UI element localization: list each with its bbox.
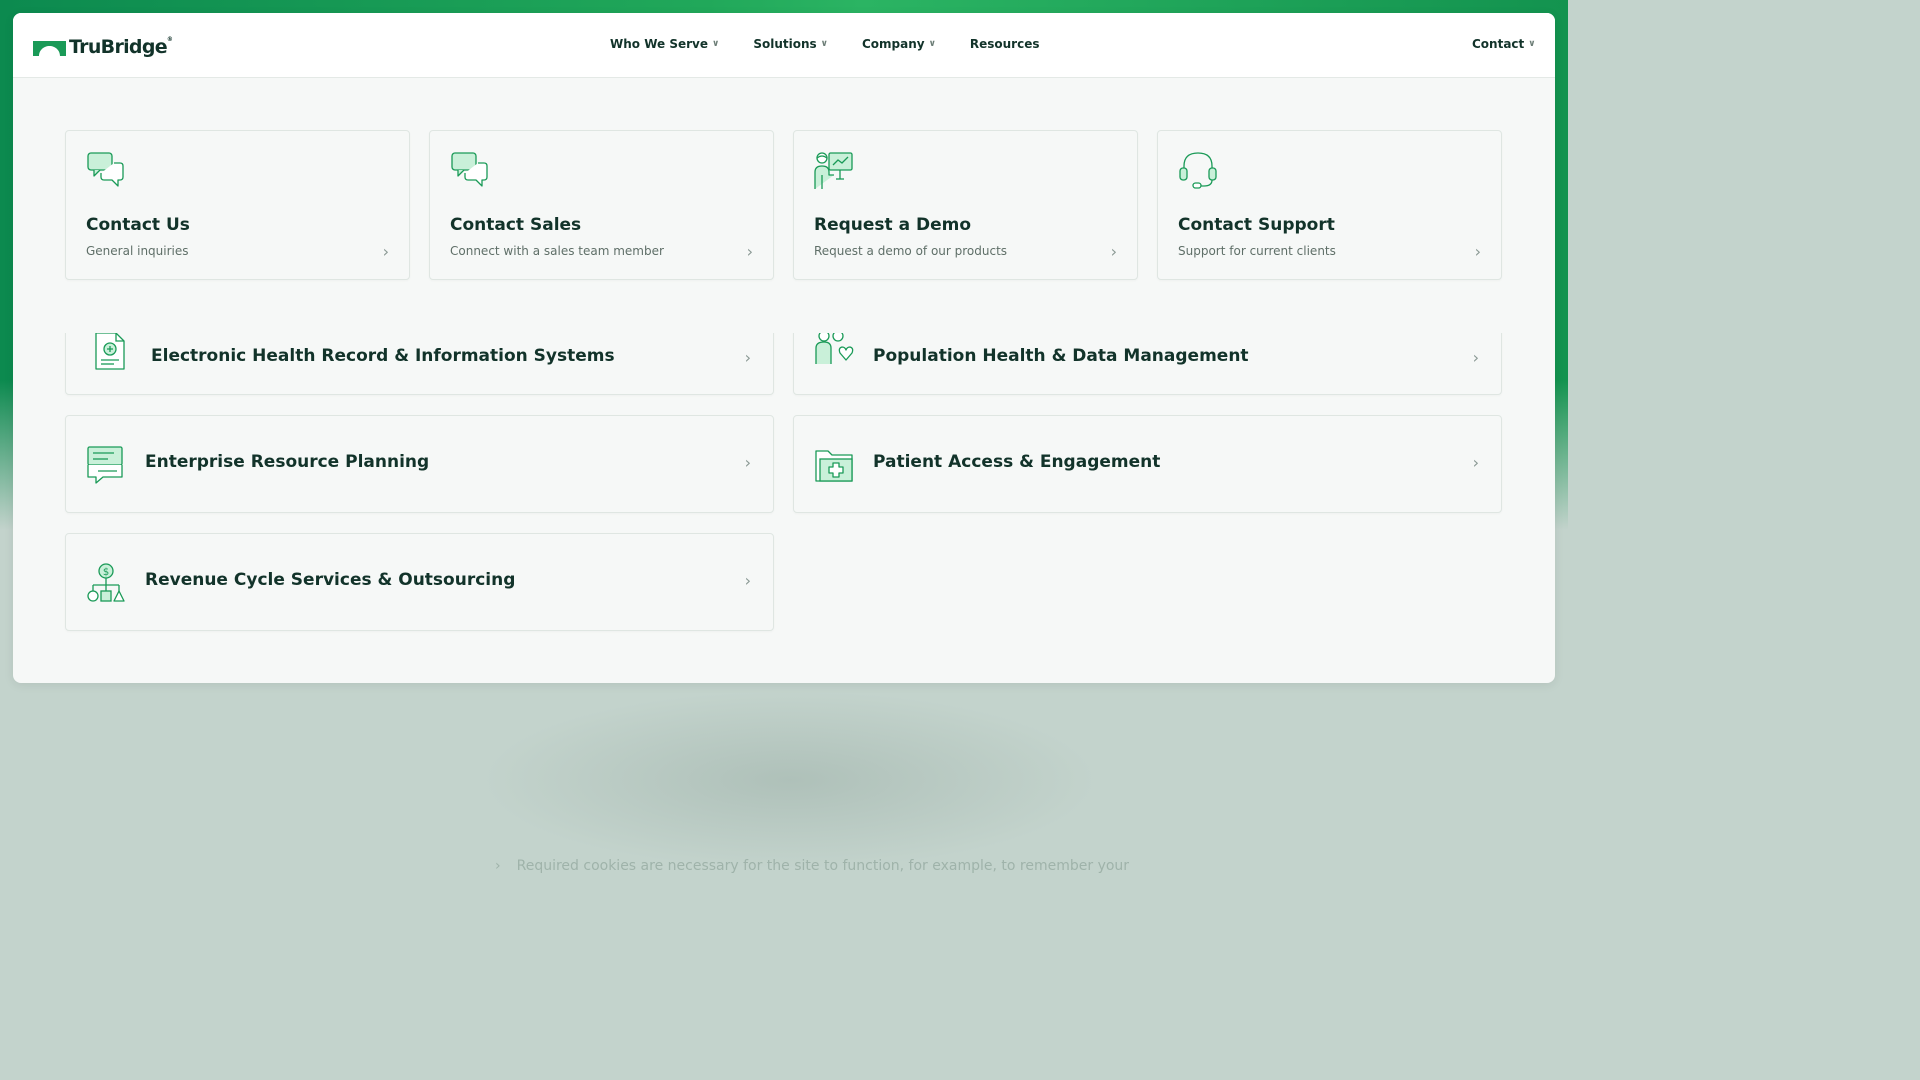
card-title: Contact Sales — [450, 215, 582, 235]
cookie-notice-text: › Required cookies are necessary for the … — [495, 858, 1129, 874]
nav-item-label: Contact — [1472, 37, 1525, 51]
card-subtitle: Request a demo of our products — [814, 244, 1008, 258]
top-navigation: TruBridge® Who We Serve ∨ Solutions ∨ Co… — [13, 13, 1555, 78]
chevron-right-icon: › — [1472, 348, 1479, 367]
solution-title: Enterprise Resource Planning — [145, 452, 430, 472]
solution-card-ehr[interactable]: Electronic Health Record & Information S… — [65, 333, 774, 395]
contact-us-card[interactable]: Contact Us General inquiries › — [65, 130, 410, 280]
people-heart-icon — [815, 333, 854, 364]
medical-document-icon — [95, 333, 125, 370]
chevron-right-icon: › — [1472, 453, 1479, 472]
solutions-list: Electronic Health Record & Information S… — [13, 333, 1555, 683]
headset-icon — [1179, 152, 1217, 189]
chevron-right-icon: › — [382, 242, 389, 261]
contact-sales-card[interactable]: Contact Sales Connect with a sales team … — [429, 130, 774, 280]
chevron-right-icon: › — [1110, 242, 1117, 261]
nav-item-label: Solutions — [753, 37, 817, 51]
solution-title: Population Health & Data Management — [873, 346, 1249, 366]
chevron-right-icon: › — [744, 453, 751, 472]
nav-links: Who We Serve ∨ Solutions ∨ Company ∨ Res… — [610, 37, 1074, 51]
chat-bubbles-icon — [87, 152, 124, 187]
logo-arch-icon — [33, 40, 66, 56]
chevron-right-icon: › — [746, 242, 753, 261]
presenter-icon — [814, 152, 853, 189]
brand-logo[interactable]: TruBridge® — [33, 35, 173, 59]
chevron-right-icon: › — [744, 571, 751, 590]
card-title: Contact Support — [1178, 215, 1335, 235]
card-subtitle: General inquiries — [86, 244, 189, 258]
nav-item-label: Company — [861, 37, 925, 51]
card-subtitle: Support for current clients — [1178, 244, 1336, 258]
solution-card-population-health[interactable]: Population Health & Data Management › — [793, 333, 1502, 395]
brand-registered-mark: ® — [166, 36, 173, 43]
chevron-down-icon: ∨ — [712, 39, 720, 49]
svg-text:$: $ — [103, 567, 109, 578]
request-demo-card[interactable]: Request a Demo Request a demo of our pro… — [793, 130, 1138, 280]
nav-item-who-we-serve[interactable]: Who We Serve ∨ — [610, 37, 719, 51]
card-title: Contact Us — [86, 215, 190, 235]
chevron-right-icon: › — [1474, 242, 1481, 261]
background-blur — [480, 690, 1100, 870]
medical-folder-icon — [815, 450, 853, 482]
nav-item-label: Who We Serve — [610, 37, 708, 51]
solution-card-erp[interactable]: Enterprise Resource Planning › — [65, 415, 774, 513]
chevron-right-icon: › — [744, 348, 751, 367]
chat-screens-icon — [87, 446, 123, 484]
solution-title: Patient Access & Engagement — [873, 452, 1161, 472]
chat-bubbles-icon — [451, 152, 488, 187]
chevron-down-icon: ∨ — [820, 39, 828, 49]
cookie-notice-label: Required cookies are necessary for the s… — [516, 858, 1130, 874]
contact-support-card[interactable]: Contact Support Support for current clie… — [1157, 130, 1502, 280]
nav-item-solutions[interactable]: Solutions ∨ — [753, 37, 828, 51]
nav-item-company[interactable]: Company ∨ — [862, 37, 936, 51]
nav-item-contact[interactable]: Contact ∨ — [1472, 37, 1536, 51]
cookie-chevron-icon: › — [495, 858, 501, 874]
mega-menu-panel: TruBridge® Who We Serve ∨ Solutions ∨ Co… — [13, 13, 1555, 683]
brand-name-text: TruBridge — [69, 36, 168, 58]
solution-card-patient-access[interactable]: Patient Access & Engagement › — [793, 415, 1502, 513]
chevron-down-icon: ∨ — [1528, 39, 1536, 49]
dollar-hierarchy-icon: $ — [87, 563, 125, 602]
nav-item-resources[interactable]: Resources — [970, 37, 1040, 51]
card-subtitle: Connect with a sales team member — [450, 244, 664, 258]
solution-title: Revenue Cycle Services & Outsourcing — [145, 570, 516, 590]
nav-item-label: Resources — [969, 37, 1040, 51]
solution-card-revenue-cycle[interactable]: $ Revenue Cycle Services & Outsourcing › — [65, 533, 774, 631]
card-title: Request a Demo — [814, 215, 972, 235]
chevron-down-icon: ∨ — [928, 39, 936, 49]
solution-title: Electronic Health Record & Information S… — [151, 346, 615, 366]
brand-name: TruBridge® — [69, 36, 173, 58]
